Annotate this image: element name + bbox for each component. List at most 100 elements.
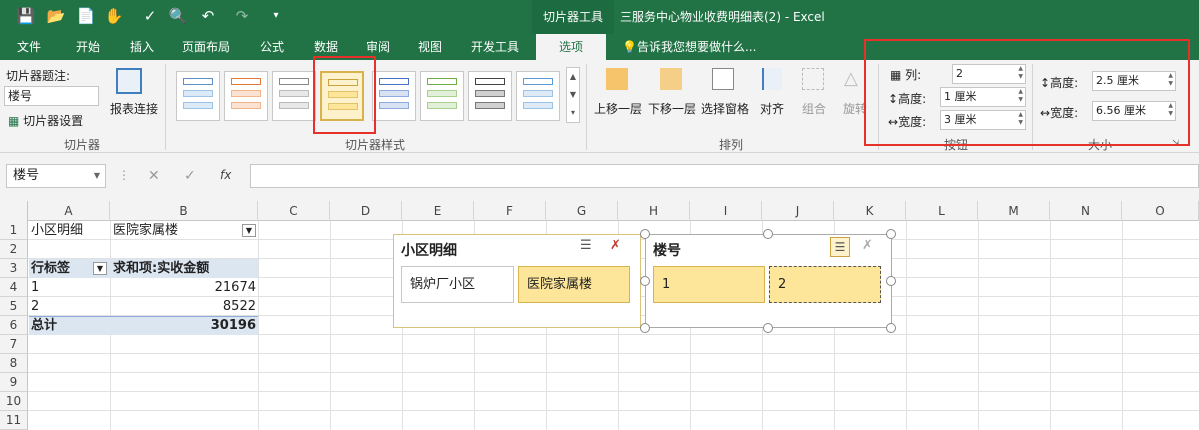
row-header[interactable]: 6 <box>0 316 28 335</box>
cell-b4[interactable]: 21674 <box>111 278 256 297</box>
report-connections-icon[interactable] <box>116 68 142 94</box>
save-icon[interactable]: 💾 <box>16 6 36 26</box>
print-preview-icon[interactable]: 🔍 <box>168 6 188 26</box>
redo-icon[interactable]: ↷ <box>232 6 252 26</box>
enter-icon[interactable]: ✓ <box>184 168 196 184</box>
style-thumb-7[interactable] <box>468 71 512 121</box>
row-header[interactable]: 4 <box>0 278 28 297</box>
resize-handle[interactable] <box>886 229 896 239</box>
column-header[interactable]: H <box>618 201 690 221</box>
column-header[interactable]: E <box>402 201 474 221</box>
style-thumb-1[interactable] <box>176 71 220 121</box>
tab-file[interactable]: 文件 <box>8 34 50 60</box>
cell-b1[interactable]: 医院家属楼 <box>111 221 258 240</box>
column-header[interactable]: B <box>110 201 258 221</box>
tab-insert[interactable]: 插入 <box>120 34 164 60</box>
resize-handle[interactable] <box>886 323 896 333</box>
tab-formulas[interactable]: 公式 <box>250 34 294 60</box>
row-header[interactable]: 7 <box>0 335 28 354</box>
cell-b3[interactable]: 求和项:实收金额 <box>113 259 258 278</box>
new-document-icon[interactable]: 📄 <box>76 6 96 26</box>
customize-icon[interactable]: ▾ <box>266 6 286 26</box>
tell-me-box[interactable]: 💡告诉我您想要做什么... <box>622 34 770 60</box>
styles-scroll-icon[interactable]: ▲ ▼ ▾ <box>566 67 580 123</box>
report-connections-button[interactable]: 报表连接 <box>108 100 160 117</box>
column-header[interactable]: L <box>906 201 978 221</box>
row-header[interactable]: 8 <box>0 354 28 373</box>
send-backward-icon[interactable] <box>660 68 682 90</box>
cell-a1[interactable]: 小区明细 <box>29 221 110 240</box>
tab-view[interactable]: 视图 <box>408 34 452 60</box>
resize-handle[interactable] <box>763 229 773 239</box>
tab-developer[interactable]: 开发工具 <box>462 34 528 60</box>
row-header[interactable]: 5 <box>0 297 28 316</box>
formula-input[interactable] <box>250 164 1199 188</box>
column-header[interactable]: M <box>978 201 1050 221</box>
column-header[interactable]: J <box>762 201 834 221</box>
resize-handle[interactable] <box>640 276 650 286</box>
cell-b5[interactable]: 8522 <box>111 297 256 316</box>
cell-a6[interactable]: 总计 <box>31 316 110 335</box>
align-button[interactable]: 对齐 <box>760 100 784 117</box>
column-header[interactable]: N <box>1050 201 1122 221</box>
row-header[interactable]: 1 <box>0 221 28 240</box>
rotate-icon[interactable]: △ <box>844 68 866 90</box>
name-box[interactable]: 楼号 ▼ <box>6 164 106 188</box>
style-thumb-2[interactable] <box>224 71 268 121</box>
cell-a3[interactable]: 行标签 <box>31 259 91 278</box>
cell-b6[interactable]: 30196 <box>111 316 256 335</box>
resize-handle[interactable] <box>640 323 650 333</box>
slicer-caption-input[interactable]: 楼号 <box>4 86 99 106</box>
column-header[interactable]: G <box>546 201 618 221</box>
selection-pane-button[interactable]: 选择窗格 <box>700 100 750 117</box>
send-backward-button[interactable]: 下移一层 <box>646 100 698 117</box>
style-thumb-5[interactable] <box>372 71 416 121</box>
bring-forward-button[interactable]: 上移一层 <box>592 100 644 117</box>
row-header[interactable]: 10 <box>0 392 28 411</box>
align-icon[interactable] <box>762 68 782 90</box>
tab-home[interactable]: 开始 <box>66 34 110 60</box>
row-header[interactable]: 9 <box>0 373 28 392</box>
style-thumb-3[interactable] <box>272 71 316 121</box>
slicer-item-selected[interactable]: 医院家属楼 <box>518 266 630 303</box>
tab-options[interactable]: 选项 <box>536 34 606 60</box>
multi-select-icon[interactable]: ☰ <box>830 237 850 257</box>
column-header[interactable]: D <box>330 201 402 221</box>
tab-page-layout[interactable]: 页面布局 <box>176 34 236 60</box>
clear-filter-icon[interactable]: ✗ <box>610 238 621 253</box>
column-header[interactable]: K <box>834 201 906 221</box>
insert-function-icon[interactable]: fx <box>220 168 231 182</box>
undo-icon[interactable]: ↶ <box>198 6 218 26</box>
selection-pane-icon[interactable] <box>712 68 734 90</box>
slicer-settings-button[interactable]: ▦ 切片器设置 <box>8 112 83 129</box>
bring-forward-icon[interactable] <box>606 68 628 90</box>
resize-handle[interactable] <box>886 276 896 286</box>
resize-handle[interactable] <box>640 229 650 239</box>
clear-filter-icon[interactable]: ✗ <box>862 238 873 253</box>
cell-a5[interactable]: 2 <box>31 297 110 316</box>
open-folder-icon[interactable]: 📂 <box>46 6 66 26</box>
column-header[interactable]: C <box>258 201 330 221</box>
style-thumb-6[interactable] <box>420 71 464 121</box>
cell-a4[interactable]: 1 <box>31 278 110 297</box>
style-thumb-8[interactable] <box>516 71 560 121</box>
multi-select-icon[interactable]: ☰ <box>580 238 592 253</box>
filter-icon[interactable]: ▼ <box>242 224 256 237</box>
spelling-icon[interactable]: ✓ <box>140 6 160 26</box>
chevron-down-icon[interactable]: ▼ <box>94 165 100 187</box>
touch-mode-icon[interactable]: ✋ <box>104 6 124 26</box>
slicer-item-selected[interactable]: 1 <box>653 266 765 303</box>
column-header[interactable]: O <box>1122 201 1199 221</box>
row-header[interactable]: 2 <box>0 240 28 259</box>
dropdown-icon[interactable]: ▼ <box>93 262 107 275</box>
group-button[interactable]: 组合 <box>800 100 828 117</box>
cancel-icon[interactable]: ✕ <box>148 168 160 184</box>
group-icon[interactable] <box>802 68 824 90</box>
slicer-item-selected[interactable]: 2 <box>769 266 881 303</box>
select-all-corner[interactable] <box>0 201 28 221</box>
row-header[interactable]: 11 <box>0 411 28 430</box>
resize-handle[interactable] <box>763 323 773 333</box>
slicer-item[interactable]: 锅炉厂小区 <box>401 266 514 303</box>
row-header[interactable]: 3 <box>0 259 28 278</box>
column-header[interactable]: A <box>28 201 110 221</box>
